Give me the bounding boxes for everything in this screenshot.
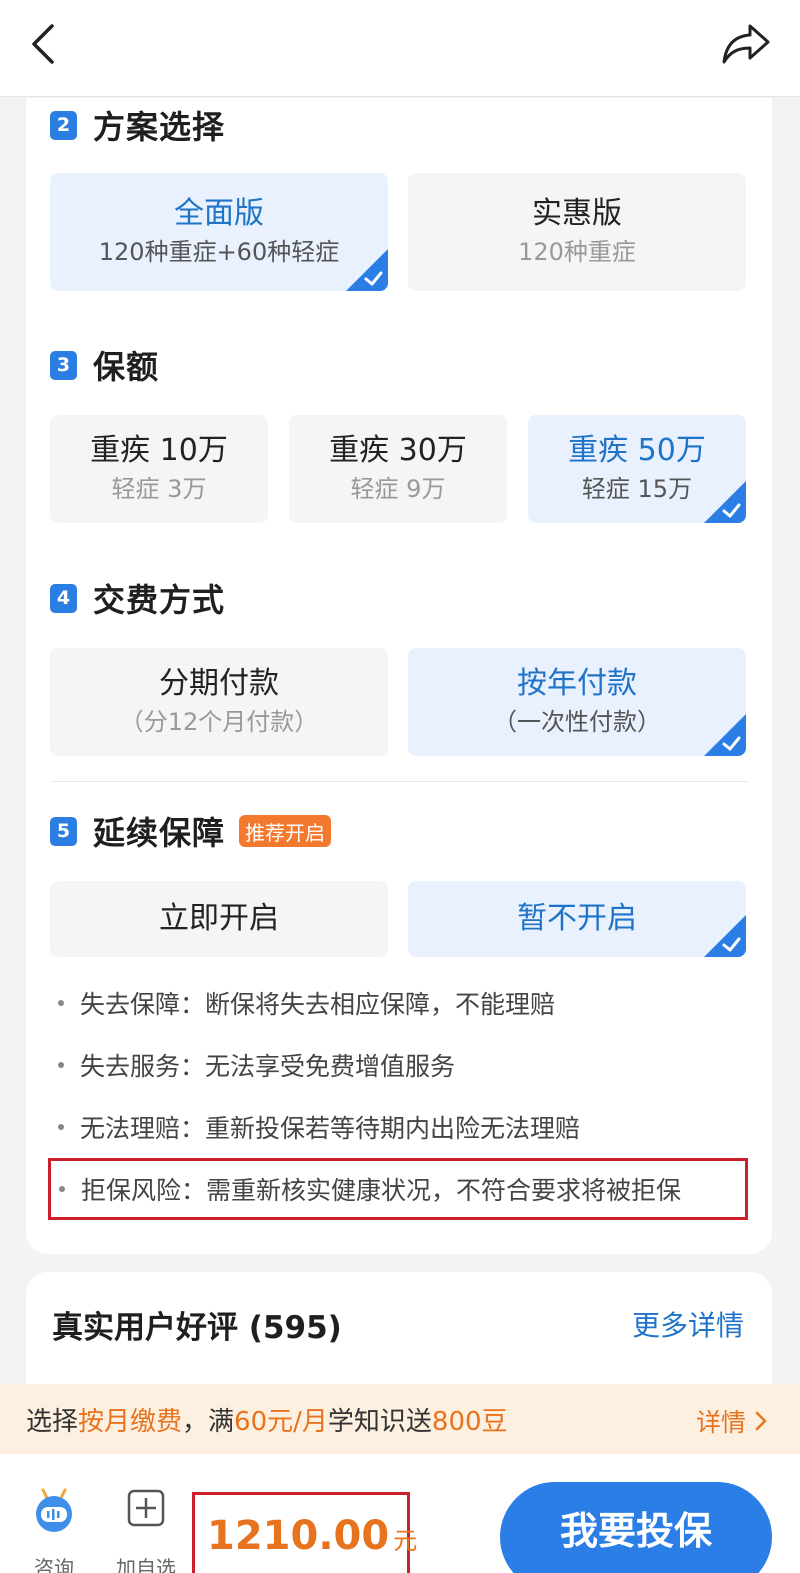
promo-text: 选择 [26, 1406, 79, 1437]
promo-banner[interactable]: 选择 按月缴费 ，满 60元/月 学知识送 800豆 详情 [0, 1384, 800, 1454]
selected-check-icon [704, 481, 746, 523]
bullet-dot [59, 1186, 65, 1192]
section-title: 延续保障 [93, 814, 226, 852]
option-sub-label: （一次性付款） [493, 708, 661, 736]
option-main-label: 按年付款 [517, 666, 637, 701]
list-item: 失去服务：无法享受免费增值服务 [50, 1034, 770, 1096]
option-sub-label: 120种重症 [518, 238, 636, 266]
coverage-option-50[interactable]: 重疾 50万 轻症 15万 [528, 415, 746, 523]
option-main-label: 全面版 [174, 196, 264, 231]
list-item: 失去保障：断保将失去相应保障，不能理赔 [50, 972, 770, 1034]
renewal-option-enable[interactable]: 立即开启 [50, 881, 388, 957]
recommend-tag: 推荐开启 [239, 815, 332, 847]
selected-check-icon [346, 249, 388, 291]
section-title: 方案选择 [93, 108, 226, 146]
assistant-robot-icon [36, 1488, 72, 1532]
plus-square-icon [127, 1489, 165, 1527]
plan-option-basic[interactable]: 实惠版 120种重症 [408, 173, 746, 291]
promo-details-link[interactable]: 详情 [696, 1403, 770, 1439]
option-sub-label: （分12个月付款） [119, 708, 319, 736]
section-number-badge: 5 [50, 816, 77, 846]
selected-check-icon [704, 714, 746, 756]
price-amount: 1210.00 [207, 1513, 390, 1559]
option-main-label: 重疾 50万 [568, 433, 706, 468]
share-button[interactable] [718, 18, 774, 70]
more-details-link[interactable]: 更多详情 [632, 1304, 744, 1344]
price-unit: 元 [393, 1527, 418, 1555]
chevron-right-icon [755, 1411, 767, 1431]
section-header-payment: 4 交费方式 [50, 575, 225, 621]
back-button[interactable] [22, 20, 66, 68]
add-watchlist-label: 加自选 [116, 1556, 176, 1573]
promo-text: 学知识送 [327, 1406, 432, 1437]
option-main-label: 分期付款 [159, 666, 279, 701]
plan-option-full[interactable]: 全面版 120种重症+60种轻症 [50, 173, 388, 291]
section-number-badge: 3 [50, 350, 77, 380]
section-header-renewal: 5 延续保障 推荐开启 [50, 808, 332, 854]
promo-text: ，满 [182, 1406, 235, 1437]
list-item: 无法理赔：重新投保若等待期内出险无法理赔 [50, 1096, 770, 1158]
price-display: 1210.00 元 [192, 1492, 417, 1573]
section-divider [50, 781, 748, 782]
risk-bullet-list: 失去保障：断保将失去相应保障，不能理赔 失去服务：无法享受免费增值服务 无法理赔… [48, 972, 770, 1220]
bullet-text: 失去保障：断保将失去相应保障，不能理赔 [80, 990, 556, 1019]
section-number-badge: 2 [50, 110, 77, 140]
chevron-left-icon [32, 24, 54, 64]
section-header-plan: 2 方案选择 [50, 102, 225, 148]
buy-insurance-button[interactable]: 我要投保 [500, 1482, 772, 1573]
share-arrow-icon [722, 24, 770, 64]
coverage-option-30[interactable]: 重疾 30万 轻症 9万 [289, 415, 507, 523]
bullet-dot [58, 1062, 64, 1068]
section-header-coverage: 3 保额 [50, 342, 159, 388]
promo-link-label: 详情 [695, 1408, 746, 1437]
option-main-label: 暂不开启 [517, 901, 637, 936]
option-main-label: 实惠版 [532, 196, 622, 231]
option-main-label: 重疾 30万 [329, 433, 467, 468]
bottom-action-bar: 咨询 加自选 1210.00 元 我要投保 [0, 1454, 800, 1573]
consult-label: 咨询 [34, 1556, 74, 1573]
promo-text-highlight: 按月缴费 [78, 1406, 183, 1437]
bullet-text: 无法理赔：重新投保若等待期内出险无法理赔 [80, 1114, 581, 1143]
section-title: 交费方式 [93, 581, 226, 619]
coverage-option-10[interactable]: 重疾 10万 轻症 3万 [50, 415, 268, 523]
selected-check-icon [704, 915, 746, 957]
section-title: 保额 [93, 348, 160, 386]
consult-button[interactable]: 咨询 [24, 1488, 84, 1573]
option-main-label: 重疾 10万 [90, 433, 228, 468]
top-nav-bar [0, 0, 800, 97]
option-sub-label: 轻症 9万 [350, 475, 446, 503]
renewal-option-disable[interactable]: 暂不开启 [408, 881, 746, 957]
option-main-label: 立即开启 [159, 901, 279, 936]
reviews-title: 真实用户好评 (595) [52, 1310, 342, 1346]
promo-text-highlight: 800豆 [431, 1406, 508, 1437]
list-item-highlighted: 拒保风险：需重新核实健康状况，不符合要求将被拒保 [48, 1158, 748, 1220]
bullet-text: 失去服务：无法享受免费增值服务 [80, 1052, 456, 1081]
payment-option-annual[interactable]: 按年付款 （一次性付款） [408, 648, 746, 756]
bullet-dot [58, 1124, 64, 1130]
option-sub-label: 轻症 15万 [581, 475, 693, 503]
payment-option-installment[interactable]: 分期付款 （分12个月付款） [50, 648, 388, 756]
promo-text-highlight: 60元/月 [234, 1406, 328, 1437]
plan-config-card: 2 方案选择 全面版 120种重症+60种轻症 实惠版 120种重症 3 保额 … [26, 98, 772, 1254]
option-sub-label: 120种重症+60种轻症 [98, 238, 340, 266]
bullet-dot [58, 1000, 64, 1006]
bullet-text: 拒保风险：需重新核实健康状况，不符合要求将被拒保 [81, 1176, 682, 1205]
add-watchlist-button[interactable]: 加自选 [116, 1489, 176, 1573]
option-sub-label: 轻症 3万 [111, 475, 207, 503]
section-number-badge: 4 [50, 583, 77, 613]
